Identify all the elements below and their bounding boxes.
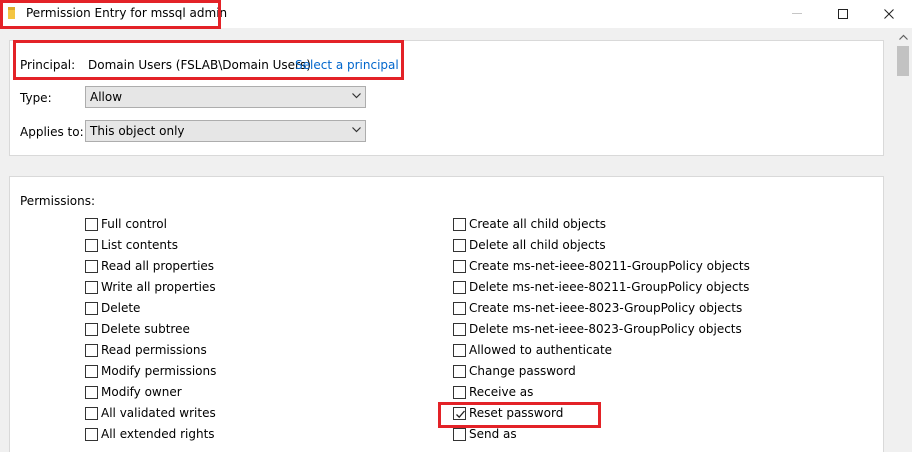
checkbox-read-all-properties[interactable] xyxy=(85,259,98,273)
permission-label: Read all properties xyxy=(101,259,215,273)
permission-label: All validated writes xyxy=(101,406,216,420)
checkbox-read-permissions[interactable] xyxy=(85,343,98,357)
checkbox-write-all-properties[interactable] xyxy=(85,280,98,294)
checkbox-delete[interactable] xyxy=(85,301,98,315)
permission-label: Delete ms-net-ieee-80211-GroupPolicy obj… xyxy=(469,280,750,294)
principal-panel: Principal: Domain Users (FSLAB\Domain Us… xyxy=(9,40,884,156)
checkbox-delete-ms-net-ieee-80211-grouppolicy-objects[interactable] xyxy=(453,280,466,294)
checkbox-create-ms-net-ieee-8023-grouppolicy-objects[interactable] xyxy=(453,301,466,315)
permissions-label: Permissions: xyxy=(20,194,96,208)
scroll-up-button[interactable] xyxy=(894,28,912,45)
checkbox-modify-permissions[interactable] xyxy=(85,364,98,378)
permission-create-all-child-objects[interactable]: Create all child objects xyxy=(453,216,606,232)
permission-label: Create all child objects xyxy=(469,217,607,231)
checkbox-allowed-to-authenticate[interactable] xyxy=(453,343,466,357)
scroll-thumb[interactable] xyxy=(897,46,909,76)
permission-full-control[interactable]: Full control xyxy=(85,216,167,232)
permission-label: Delete ms-net-ieee-8023-GroupPolicy obje… xyxy=(469,322,742,336)
permission-create-ms-net-ieee-8023-grouppolicy-objects[interactable]: Create ms-net-ieee-8023-GroupPolicy obje… xyxy=(453,300,742,316)
minimize-icon xyxy=(792,13,802,14)
permission-write-all-properties[interactable]: Write all properties xyxy=(85,279,216,295)
checkbox-delete-all-child-objects[interactable] xyxy=(453,238,466,252)
permission-receive-as[interactable]: Receive as xyxy=(453,384,533,400)
checkmark-icon xyxy=(456,410,465,418)
checkbox-delete-subtree[interactable] xyxy=(85,322,98,336)
permission-read-permissions[interactable]: Read permissions xyxy=(85,342,207,358)
principal-value: Domain Users (FSLAB\Domain Users) xyxy=(88,58,311,72)
checkbox-change-password[interactable] xyxy=(453,364,466,378)
permission-modify-permissions[interactable]: Modify permissions xyxy=(85,363,216,379)
permission-label: Delete xyxy=(101,301,141,315)
permission-delete-all-child-objects[interactable]: Delete all child objects xyxy=(453,237,606,253)
permission-label: Read permissions xyxy=(101,343,207,357)
permission-read-all-properties[interactable]: Read all properties xyxy=(85,258,214,274)
permission-delete-ms-net-ieee-8023-grouppolicy-objects[interactable]: Delete ms-net-ieee-8023-GroupPolicy obje… xyxy=(453,321,742,337)
chevron-down-icon xyxy=(352,127,361,133)
maximize-button[interactable] xyxy=(820,0,866,28)
permission-list-contents[interactable]: List contents xyxy=(85,237,178,253)
checkbox-full-control[interactable] xyxy=(85,217,98,231)
permission-label: Change password xyxy=(469,364,576,378)
checkbox-delete-ms-net-ieee-8023-grouppolicy-objects[interactable] xyxy=(453,322,466,336)
chevron-down-icon xyxy=(352,93,361,99)
permission-change-password[interactable]: Change password xyxy=(453,363,576,379)
permission-allowed-to-authenticate[interactable]: Allowed to authenticate xyxy=(453,342,612,358)
checkbox-receive-as[interactable] xyxy=(453,385,466,399)
permission-create-ms-net-ieee-80211-grouppolicy-objects[interactable]: Create ms-net-ieee-80211-GroupPolicy obj… xyxy=(453,258,750,274)
applies-to-value: This object only xyxy=(90,124,185,138)
checkbox-create-ms-net-ieee-80211-grouppolicy-objects[interactable] xyxy=(453,259,466,273)
permission-label: Create ms-net-ieee-8023-GroupPolicy obje… xyxy=(469,301,743,315)
window-title: Permission Entry for mssql admin xyxy=(26,6,228,20)
applies-to-dropdown[interactable]: This object only xyxy=(85,120,366,142)
permission-label: Reset password xyxy=(469,406,564,420)
applies-to-label: Applies to: xyxy=(20,125,84,139)
permission-label: Allowed to authenticate xyxy=(469,343,613,357)
permission-label: Send as xyxy=(469,427,517,441)
chevron-up-icon xyxy=(898,34,908,40)
permission-label: Receive as xyxy=(469,385,534,399)
minimize-button[interactable] xyxy=(774,0,820,28)
principal-label: Principal: xyxy=(20,58,76,72)
dialog-body: Principal: Domain Users (FSLAB\Domain Us… xyxy=(0,28,894,452)
permission-label: All extended rights xyxy=(101,427,215,441)
permission-label: Delete all child objects xyxy=(469,238,606,252)
permission-label: Modify permissions xyxy=(101,364,217,378)
permission-send-as[interactable]: Send as xyxy=(453,426,517,442)
type-value: Allow xyxy=(90,90,123,104)
close-button[interactable] xyxy=(866,0,912,28)
permission-reset-password[interactable]: Reset password xyxy=(453,405,563,421)
checkbox-modify-owner[interactable] xyxy=(85,385,98,399)
title-bar: Permission Entry for mssql admin xyxy=(0,0,912,28)
checkbox-all-validated-writes[interactable] xyxy=(85,406,98,420)
permission-label: Modify owner xyxy=(101,385,182,399)
permission-all-extended-rights[interactable]: All extended rights xyxy=(85,426,215,442)
permission-modify-owner[interactable]: Modify owner xyxy=(85,384,182,400)
permission-delete-ms-net-ieee-80211-grouppolicy-objects[interactable]: Delete ms-net-ieee-80211-GroupPolicy obj… xyxy=(453,279,749,295)
vertical-scrollbar[interactable] xyxy=(894,28,912,452)
checkbox-reset-password[interactable] xyxy=(453,406,466,420)
checkbox-create-all-child-objects[interactable] xyxy=(453,217,466,231)
type-dropdown[interactable]: Allow xyxy=(85,86,366,108)
checkbox-list-contents[interactable] xyxy=(85,238,98,252)
select-principal-link[interactable]: Select a principal xyxy=(295,58,399,72)
folder-icon xyxy=(8,7,15,19)
permission-all-validated-writes[interactable]: All validated writes xyxy=(85,405,216,421)
permission-delete[interactable]: Delete xyxy=(85,300,140,316)
permission-label: Delete subtree xyxy=(101,322,190,336)
permission-label: Full control xyxy=(101,217,167,231)
permission-label: List contents xyxy=(101,238,178,252)
type-label: Type: xyxy=(20,91,52,105)
checkbox-all-extended-rights[interactable] xyxy=(85,427,98,441)
permission-label: Create ms-net-ieee-80211-GroupPolicy obj… xyxy=(469,259,750,273)
permission-label: Write all properties xyxy=(101,280,216,294)
checkbox-send-as[interactable] xyxy=(453,427,466,441)
permissions-panel: Permissions: Full control List contents Re… xyxy=(9,176,884,452)
close-icon xyxy=(884,9,894,19)
permission-delete-subtree[interactable]: Delete subtree xyxy=(85,321,190,337)
maximize-icon xyxy=(838,9,848,19)
